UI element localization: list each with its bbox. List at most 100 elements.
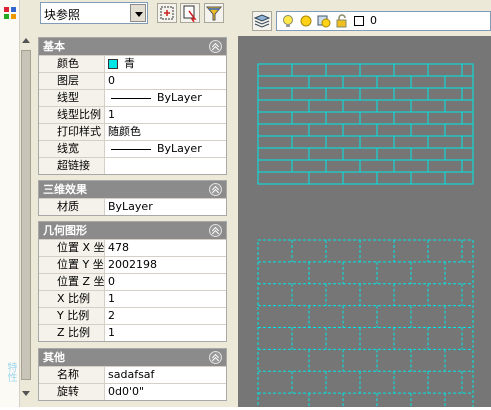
property-name: 打印样式: [39, 124, 105, 140]
property-value[interactable]: ByLayer: [105, 141, 226, 157]
lightbulb-icon[interactable]: [281, 14, 295, 28]
collapse-icon[interactable]: [209, 351, 222, 364]
section-geometry: 几何图形 位置 X 坐标 478 位置 Y 坐标 2002198 位置 Z 坐标…: [38, 221, 227, 342]
property-row-hyperlink[interactable]: 超链接: [39, 157, 226, 174]
section-general-header[interactable]: 基本: [39, 38, 226, 55]
lock-icon[interactable]: [335, 14, 349, 28]
property-row-rotation[interactable]: 旋转 0d0'0": [39, 383, 226, 400]
property-row-scale-y[interactable]: Y 比例 2: [39, 307, 226, 324]
section-general: 基本 颜色 青 图层 0 线型 ByLayer 线型比例 1 打印样式 随颜色 …: [38, 37, 227, 175]
collapse-icon[interactable]: [209, 224, 222, 237]
property-name: Z 比例: [39, 325, 105, 341]
properties-palette: 特性 块参照 基本 颜色 青 图层 0 线型 ByLayer 线型比例 1 打印…: [0, 0, 232, 407]
property-value[interactable]: 478: [105, 240, 226, 256]
section-geometry-header[interactable]: 几何图形: [39, 222, 226, 239]
drawing-pane: 0: [232, 0, 491, 410]
palette-menu-icon[interactable]: [3, 6, 17, 20]
property-row-position-y[interactable]: 位置 Y 坐标 2002198: [39, 256, 226, 273]
scroll-thumb[interactable]: [21, 50, 31, 380]
property-row-plot-style[interactable]: 打印样式 随颜色: [39, 123, 226, 140]
property-value[interactable]: ByLayer: [105, 199, 226, 215]
scroll-up-arrow-icon[interactable]: [21, 36, 31, 46]
layers-toolbar: 0: [238, 8, 491, 34]
property-value[interactable]: sadafsaf: [105, 367, 226, 383]
selection-type-dropdown[interactable]: 块参照: [40, 2, 148, 24]
section-misc-header[interactable]: 其他: [39, 349, 226, 366]
property-value[interactable]: 2002198: [105, 257, 226, 273]
property-name: 旋转: [39, 384, 105, 400]
collapse-icon[interactable]: [209, 40, 222, 53]
brick-hatch-drawing: [257, 63, 474, 410]
property-row-material[interactable]: 材质 ByLayer: [39, 198, 226, 215]
quick-select-button[interactable]: [157, 3, 177, 23]
property-name: 图层: [39, 73, 105, 89]
unselected-brick-block: [257, 239, 474, 410]
lineweight-sample: [111, 148, 151, 150]
property-value[interactable]: ByLayer: [105, 90, 226, 106]
linetype-sample: [111, 97, 151, 99]
property-value[interactable]: 0: [105, 274, 226, 290]
property-row-scale-x[interactable]: X 比例 1: [39, 290, 226, 307]
layer-manager-button[interactable]: [252, 11, 272, 31]
linetype-value: ByLayer: [157, 91, 202, 104]
palette-scrollbar[interactable]: [20, 36, 32, 407]
property-name: 名称: [39, 367, 105, 383]
viewport-freeze-icon[interactable]: [317, 14, 331, 28]
palette-title-strip[interactable]: 特性: [0, 0, 20, 407]
section-misc-title: 其他: [43, 351, 65, 364]
property-name: 超链接: [39, 158, 105, 174]
property-value[interactable]: 1: [105, 325, 226, 341]
layer-dropdown[interactable]: 0: [276, 11, 491, 31]
property-value[interactable]: 1: [105, 291, 226, 307]
property-row-position-z[interactable]: 位置 Z 坐标 0: [39, 273, 226, 290]
property-row-scale-z[interactable]: Z 比例 1: [39, 324, 226, 341]
layer-color-swatch: [354, 16, 364, 26]
select-objects-icon: [183, 5, 197, 23]
filter-funnel-icon: [205, 6, 223, 21]
property-name: 材质: [39, 199, 105, 215]
property-row-layer[interactable]: 图层 0: [39, 72, 226, 89]
property-row-name[interactable]: 名称 sadafsaf: [39, 366, 226, 383]
property-name: 位置 Y 坐标: [39, 257, 105, 273]
quick-select-icon: [160, 6, 174, 20]
color-swatch: [108, 59, 118, 69]
property-name: 线宽: [39, 141, 105, 157]
property-value[interactable]: 1: [105, 107, 226, 123]
section-geometry-title: 几何图形: [43, 224, 87, 237]
property-name: 线型比例: [39, 107, 105, 123]
property-value[interactable]: 0: [105, 73, 226, 89]
property-value[interactable]: 2: [105, 308, 226, 324]
lineweight-value: ByLayer: [157, 142, 202, 155]
property-name: X 比例: [39, 291, 105, 307]
section-3d-header[interactable]: 三维效果: [39, 181, 226, 198]
sun-icon[interactable]: [299, 14, 313, 28]
chevron-down-icon[interactable]: [130, 4, 146, 22]
drawing-canvas[interactable]: [238, 36, 491, 410]
property-value[interactable]: [105, 158, 226, 174]
property-row-position-x[interactable]: 位置 X 坐标 478: [39, 239, 226, 256]
hatch-boundary: [257, 239, 474, 410]
property-value[interactable]: 0d0'0": [105, 384, 226, 400]
selection-type-value: 块参照: [44, 8, 81, 22]
property-row-color[interactable]: 颜色 青: [39, 55, 226, 72]
property-name: 线型: [39, 90, 105, 106]
scroll-down-arrow-icon[interactable]: [21, 388, 31, 398]
collapse-icon[interactable]: [209, 183, 222, 196]
section-misc: 其他 名称 sadafsaf 旋转 0d0'0": [38, 348, 227, 401]
property-row-lineweight[interactable]: 线宽 ByLayer: [39, 140, 226, 157]
palette-title: 特性: [5, 362, 16, 382]
select-objects-button[interactable]: [180, 3, 200, 23]
property-value[interactable]: 青: [105, 56, 226, 72]
current-layer-name: 0: [370, 14, 377, 27]
selected-brick-block: [257, 63, 474, 185]
color-value: 青: [124, 57, 135, 70]
property-name: 位置 X 坐标: [39, 240, 105, 256]
property-row-linetype[interactable]: 线型 ByLayer: [39, 89, 226, 106]
section-general-title: 基本: [43, 40, 65, 53]
property-name: 颜色: [39, 56, 105, 72]
toggle-pickadd-button[interactable]: [204, 3, 224, 23]
property-name: Y 比例: [39, 308, 105, 324]
property-value[interactable]: 随颜色: [105, 124, 226, 140]
property-row-linetype-scale[interactable]: 线型比例 1: [39, 106, 226, 123]
section-3d-effects: 三维效果 材质 ByLayer: [38, 180, 227, 216]
